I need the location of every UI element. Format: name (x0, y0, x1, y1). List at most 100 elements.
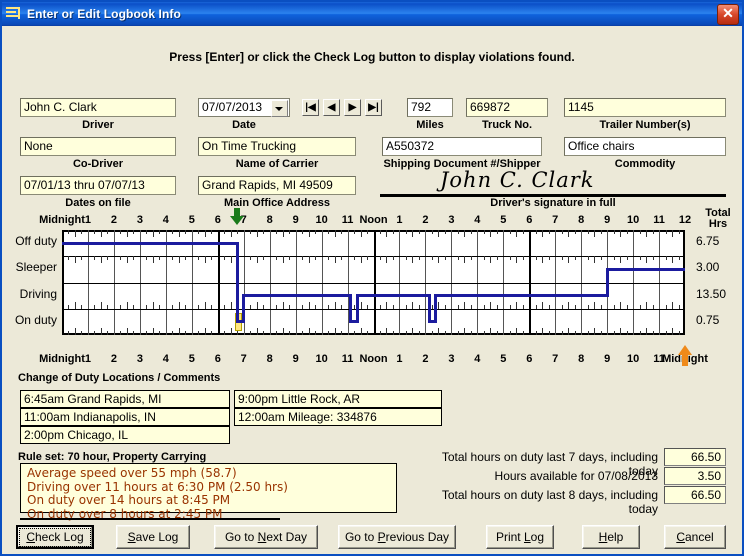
grid-quarter-tick (535, 230, 537, 234)
next-day-button[interactable]: ▶ (344, 99, 361, 116)
grid-quarter-tick (152, 230, 154, 237)
grid-quarter-tick (172, 256, 174, 261)
grid-quarter-tick (620, 328, 622, 335)
grid-quarter-tick (392, 331, 394, 335)
grid-quarter-tick (620, 256, 622, 264)
print-log-button[interactable]: Print Log (486, 525, 554, 549)
grid-quarter-tick (308, 328, 310, 335)
grid-quarter-tick (438, 230, 440, 237)
close-button[interactable]: ✕ (717, 4, 739, 25)
grid-quarter-tick (600, 331, 602, 335)
grid-quarter-tick (574, 304, 576, 309)
grid-quarter-tick (360, 328, 362, 335)
grid-quarter-tick (470, 256, 472, 261)
comment-entry[interactable]: 11:00am Indianapolis, IN (20, 408, 230, 426)
shipping-document-field[interactable]: A550372 (382, 137, 542, 156)
grid-quarter-tick (444, 256, 446, 261)
grid-quarter-tick (289, 256, 291, 261)
office-address-field[interactable]: Grand Rapids, MI 49509 (198, 176, 356, 195)
logbook-dialog: Enter or Edit Logbook Info ✕ Press [Ente… (0, 0, 744, 556)
grid-quarter-tick (542, 256, 544, 264)
duty-trace-horizontal (243, 294, 351, 298)
grid-quarter-tick (94, 331, 96, 335)
grid-quarter-tick (237, 331, 239, 335)
grid-quarter-tick (379, 230, 381, 234)
grid-quarter-tick (457, 230, 459, 234)
grid-quarter-tick (315, 304, 317, 309)
grid-quarter-tick (178, 256, 180, 264)
grid-quarter-tick (464, 328, 466, 335)
grid-quarter-tick (665, 230, 667, 234)
grid-quarter-tick (341, 331, 343, 335)
check-log-button[interactable]: Check Log (16, 525, 94, 549)
truck-no-label: Truck No. (481, 119, 533, 131)
duty-trace-vertical (356, 294, 360, 324)
previous-day-button[interactable]: ◀ (323, 99, 340, 116)
grid-quarter-tick (126, 256, 128, 264)
grid-quarter-tick (230, 230, 232, 237)
grid-quarter-tick (230, 256, 232, 264)
grid-quarter-tick (328, 304, 330, 309)
go-to-next-day-button[interactable]: Go to Next Day (214, 525, 318, 549)
grid-quarter-tick (68, 256, 70, 261)
grid-quarter-tick (386, 230, 388, 237)
end-of-day-marker (682, 354, 688, 366)
grid-quarter-tick (315, 331, 317, 335)
grid-quarter-tick (652, 230, 654, 234)
grid-quarter-tick (107, 304, 109, 309)
grid-quarter-tick (464, 301, 466, 309)
save-log-button[interactable]: Save Log (116, 525, 190, 549)
date-field[interactable]: 07/07/2013 (198, 98, 290, 117)
grid-quarter-tick (289, 230, 291, 234)
miles-field[interactable]: 792 (407, 98, 453, 117)
grid-quarter-tick (457, 331, 459, 335)
last-day-button[interactable]: ▶| (365, 99, 382, 116)
grid-quarter-tick (574, 256, 576, 261)
comment-entry[interactable]: 6:45am Grand Rapids, MI (20, 390, 230, 408)
grid-quarter-tick (652, 331, 654, 335)
trailer-field[interactable]: 1145 (564, 98, 726, 117)
grid-quarter-tick (678, 304, 680, 309)
carrier-field[interactable]: On Time Trucking (198, 137, 356, 156)
button-label: Save Log (127, 530, 179, 544)
duty-trace-vertical (348, 294, 352, 324)
grid-quarter-tick (159, 331, 161, 335)
grid-quarter-tick (204, 230, 206, 237)
grid-quarter-tick (678, 230, 680, 234)
grid-quarter-tick (392, 304, 394, 309)
comment-entry[interactable]: 12:00am Mileage: 334876 (234, 408, 442, 426)
grid-quarter-tick (308, 230, 310, 237)
grid-quarter-tick (282, 328, 284, 335)
comment-entry[interactable]: 2:00pm Chicago, IL (20, 426, 230, 444)
driver-label: Driver (82, 119, 114, 131)
dates-on-file-field[interactable]: 07/01/13 thru 07/07/13 (20, 176, 176, 195)
chevron-down-icon[interactable] (271, 100, 288, 117)
grid-quarter-tick (412, 256, 414, 264)
grid-quarter-tick (256, 328, 258, 335)
grid-quarter-tick (620, 301, 622, 309)
grid-quarter-tick (678, 256, 680, 261)
go-to-previous-day-button[interactable]: Go to Previous Day (338, 525, 456, 549)
grid-quarter-tick (282, 256, 284, 264)
help-button[interactable]: Help (582, 525, 640, 549)
grid-quarter-tick (133, 256, 135, 261)
truck-no-field[interactable]: 669872 (466, 98, 548, 117)
duty-trace-vertical (235, 241, 239, 324)
comment-entry[interactable]: 9:00pm Little Rock, AR (234, 390, 442, 408)
grid-quarter-tick (522, 230, 524, 234)
grid-quarter-tick (172, 331, 174, 335)
grid-quarter-tick (464, 230, 466, 237)
row-label: Off duty (15, 234, 57, 249)
grid-quarter-tick (405, 230, 407, 234)
first-day-button[interactable]: |◀ (302, 99, 319, 116)
co-driver-field[interactable]: None (20, 137, 176, 156)
grid-quarter-tick (282, 230, 284, 237)
grid-quarter-tick (386, 256, 388, 264)
driver-field[interactable]: John C. Clark (20, 98, 176, 117)
cancel-button[interactable]: Cancel (664, 525, 726, 549)
commodity-field[interactable]: Office chairs (564, 137, 726, 156)
button-label: Go to Previous Day (344, 530, 450, 544)
last-day-icon: ▶| (368, 102, 379, 113)
grid-quarter-tick (412, 230, 414, 237)
grid-quarter-tick (120, 230, 122, 234)
